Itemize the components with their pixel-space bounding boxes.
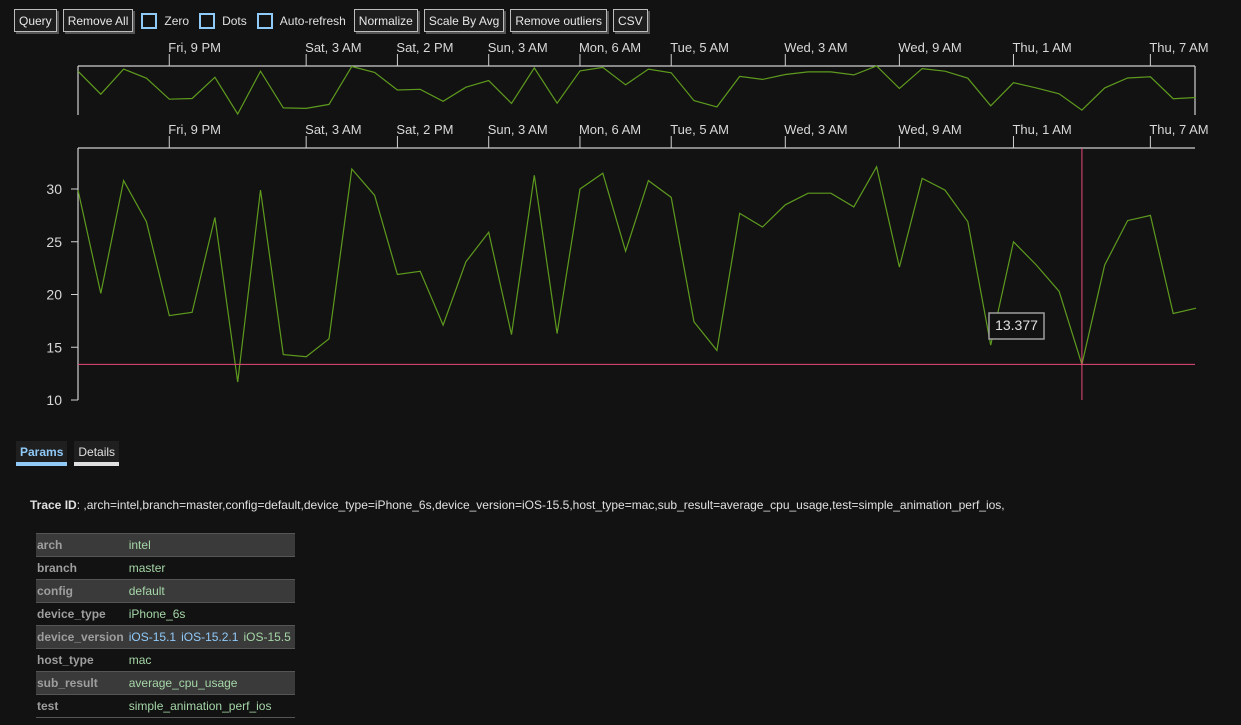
param-key: arch	[36, 533, 128, 557]
x-tick-label: Sun, 3 AM	[488, 122, 548, 137]
param-values: average_cpu_usage	[127, 671, 295, 695]
x-tick-label: Tue, 5 AM	[670, 40, 729, 55]
x-tick-label: Wed, 3 AM	[784, 40, 847, 55]
param-value[interactable]: mac	[129, 653, 152, 667]
param-key: device_version	[36, 625, 128, 649]
param-value[interactable]: iOS-15.1	[129, 630, 176, 644]
x-tick-label: Wed, 9 AM	[898, 122, 961, 137]
x-tick-label: Wed, 9 AM	[898, 40, 961, 55]
param-row-branch: branch master	[36, 556, 295, 580]
x-tick-label: Sun, 3 AM	[488, 40, 548, 55]
csv-button[interactable]: CSV	[613, 9, 648, 32]
param-row-sub_result: sub_result average_cpu_usage	[36, 671, 295, 695]
param-value[interactable]: average_cpu_usage	[129, 676, 238, 690]
x-tick-label: Thu, 1 AM	[1012, 122, 1071, 137]
param-values: master	[127, 556, 295, 580]
y-tick-label: 30	[46, 181, 62, 197]
scale-by-avg-button[interactable]: Scale By Avg	[423, 9, 505, 32]
trace-id: Trace ID: ,arch=intel,branch=master,conf…	[30, 498, 1005, 512]
dots-checkbox[interactable]: Dots	[199, 12, 247, 29]
trace-id-value: : ,arch=intel,branch=master,config=defau…	[76, 498, 1005, 512]
param-row-host_type: host_type mac	[36, 648, 295, 672]
auto-refresh-checkbox[interactable]: Auto-refresh	[256, 12, 346, 29]
y-tick-label: 20	[46, 287, 62, 303]
dots-label: Dots	[222, 13, 247, 28]
normalize-button[interactable]: Normalize	[353, 9, 418, 32]
detail-chart[interactable]: Fri, 9 PM Sat, 3 AM Sat, 2 PM Sun, 3 AM Mon,…	[46, 122, 1208, 408]
x-tick-label: Mon, 6 AM	[579, 40, 641, 55]
toolbar: Query Remove All Zero Dots Auto-refresh …	[14, 9, 654, 32]
remove-outliers-button[interactable]: Remove outliers	[510, 9, 608, 32]
param-values: iOS-15.1 iOS-15.2.1 iOS-15.5	[127, 625, 295, 649]
checkbox-icon[interactable]	[141, 12, 158, 29]
param-values: intel	[127, 533, 295, 557]
x-tick-label: Wed, 3 AM	[784, 122, 847, 137]
param-value[interactable]: iOS-15.2.1	[181, 630, 238, 644]
zero-label: Zero	[164, 13, 190, 28]
param-value[interactable]: iOS-15.5	[243, 630, 290, 644]
param-value[interactable]: default	[129, 584, 165, 598]
param-key: config	[36, 579, 128, 603]
param-row-arch: arch intel	[36, 533, 295, 557]
x-tick-label: Fri, 9 PM	[168, 40, 221, 55]
param-row-device_type: device_type iPhone_6s	[36, 602, 295, 626]
tab-params[interactable]: Params	[16, 441, 68, 466]
checkbox-icon[interactable]	[199, 12, 216, 29]
param-values: simple_animation_perf_ios	[127, 694, 295, 718]
y-tick-label: 15	[46, 339, 62, 355]
zero-checkbox[interactable]: Zero	[141, 12, 190, 29]
y-tick-label: 25	[46, 234, 62, 250]
x-tick-label: Sat, 2 PM	[396, 40, 453, 55]
summary-chart[interactable]: Fri, 9 PM Sat, 3 AM Sat, 2 PM Sun, 3 AM Mon,…	[77, 40, 1209, 116]
param-row-device_version: device_version iOS-15.1 iOS-15.2.1 iOS-15.5	[36, 625, 295, 649]
x-tick-label: Sat, 3 AM	[305, 122, 361, 137]
param-value[interactable]: master	[129, 561, 166, 575]
param-values: mac	[127, 648, 295, 672]
x-tick-label: Sat, 3 AM	[305, 40, 361, 55]
x-tick-label: Fri, 9 PM	[168, 122, 221, 137]
x-tick-label: Sat, 2 PM	[396, 122, 453, 137]
param-key: host_type	[36, 648, 128, 672]
param-row-test: test simple_animation_perf_ios	[36, 694, 295, 718]
param-values: default	[127, 579, 295, 603]
plot-area[interactable]: Fri, 9 PM Sat, 3 AM Sat, 2 PM Sun, 3 AM Mon,…	[0, 30, 1241, 410]
param-key: sub_result	[36, 671, 128, 695]
params-table: arch intel branch master config default device…	[36, 533, 295, 718]
x-tick-label: Thu, 1 AM	[1012, 40, 1071, 55]
x-tick-label: Tue, 5 AM	[670, 122, 729, 137]
auto-refresh-label: Auto-refresh	[279, 13, 346, 28]
x-tick-label: Mon, 6 AM	[579, 122, 641, 137]
param-row-config: config default	[36, 579, 295, 603]
query-button[interactable]: Query	[14, 9, 57, 32]
tab-bar: Params Details	[16, 441, 120, 466]
param-key: test	[36, 694, 128, 718]
y-tick-label: 10	[46, 392, 62, 408]
param-key: device_type	[36, 602, 128, 626]
param-value[interactable]: simple_animation_perf_ios	[129, 699, 272, 713]
param-value[interactable]: iPhone_6s	[129, 607, 186, 621]
param-values: iPhone_6s	[127, 602, 295, 626]
remove-all-button[interactable]: Remove All	[62, 9, 134, 32]
checkbox-icon[interactable]	[256, 12, 273, 29]
trace-id-label: Trace ID	[30, 498, 77, 512]
x-tick-label: Thu, 7 AM	[1149, 40, 1208, 55]
trace-line[interactable]	[77, 165, 1197, 383]
param-value[interactable]: intel	[129, 538, 151, 552]
param-key: branch	[36, 556, 128, 580]
range-brush[interactable]	[78, 66, 1195, 114]
x-tick-label: Thu, 7 AM	[1149, 122, 1208, 137]
tab-details[interactable]: Details	[74, 441, 120, 466]
value-tooltip-text: 13.377	[995, 317, 1038, 333]
